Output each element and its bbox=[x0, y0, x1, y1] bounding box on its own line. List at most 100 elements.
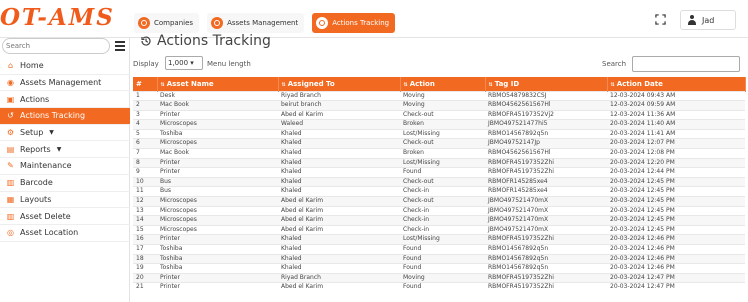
table-controls: Display 1,000 ▾ Menu length Search bbox=[133, 56, 745, 72]
column-header[interactable]: ⇅ Action bbox=[400, 77, 486, 91]
table-row[interactable]: 5 Toshiba Khaled Lost/Missing RBMO14567892q5… bbox=[133, 128, 745, 139]
sidebar-item-barcode[interactable]: ▥ Barcode bbox=[0, 175, 130, 192]
menu-length-value: 1,000 bbox=[168, 59, 189, 67]
table-row[interactable]: 13 Microscopes Abed el Karim Check-in JBMO49… bbox=[133, 205, 745, 216]
menu-toggle-icon[interactable] bbox=[115, 41, 127, 51]
column-header-label: Assigned To bbox=[287, 79, 335, 88]
sidebar-item-layouts[interactable]: ▦ Layouts bbox=[0, 192, 130, 209]
table-cell: Found bbox=[400, 167, 485, 178]
table-cell: Mac Book bbox=[157, 100, 278, 111]
sidebar-search-input[interactable] bbox=[2, 38, 110, 54]
table-row[interactable]: 10 Bus Khaled Check-out RBMOFR145285xe4 20-03… bbox=[133, 176, 745, 187]
table-cell: 20-03-2024 12:47 PM bbox=[607, 272, 745, 283]
sidebar-item-label: Actions bbox=[20, 94, 50, 104]
table-row[interactable]: 17 Toshiba Khaled Found RBMO14567892q5n 20-03… bbox=[133, 244, 745, 255]
sidebar-item-assets-management[interactable]: ◉ Assets Management bbox=[0, 75, 130, 92]
tab-companies[interactable]: Companies bbox=[134, 13, 200, 33]
sidebar-item-maintenance[interactable]: ✎ Maintenance bbox=[0, 158, 130, 175]
table-row[interactable]: 11 Bus Khaled Check-in RBMOFR145285xe4 20-03-… bbox=[133, 186, 745, 197]
table-cell: Khaled bbox=[278, 138, 400, 149]
table-cell: Khaled bbox=[278, 157, 400, 168]
table-cell: 2 bbox=[133, 100, 157, 111]
table-cell: 20-03-2024 12:45 PM bbox=[607, 186, 745, 197]
tab-label: Assets Management bbox=[227, 19, 299, 27]
wrench-icon: ✎ bbox=[7, 161, 14, 171]
table-row[interactable]: 12 Microscopes Abed el Karim Check-out JBMO4… bbox=[133, 196, 745, 207]
column-header[interactable]: ⇅ Tag ID bbox=[485, 77, 608, 91]
table-search-input[interactable] bbox=[632, 56, 740, 72]
table-row[interactable]: 8 Printer Khaled Lost/Missing RBMOFR45197352… bbox=[133, 157, 745, 168]
table-cell: Check-out bbox=[400, 109, 485, 120]
assets-icon bbox=[211, 17, 224, 29]
menu-length-label: Menu length bbox=[207, 60, 251, 68]
sidebar-item-reports[interactable]: ▤ Reports ▼ bbox=[0, 141, 130, 159]
sidebar-item-actions[interactable]: ▣ Actions bbox=[0, 91, 130, 109]
table-cell: 4 bbox=[133, 119, 157, 130]
table-cell: RBMOFR145285xe4 bbox=[485, 186, 607, 197]
table-cell: Check-in bbox=[400, 186, 485, 197]
table-cell: RBMO54879832CSJ bbox=[485, 90, 607, 101]
table-cell: RBMOFR45197352Zhi bbox=[485, 272, 607, 283]
table-cell: Microscopes bbox=[157, 196, 278, 207]
page-title: Actions Tracking bbox=[140, 33, 271, 49]
table-cell: Lost/Missing bbox=[400, 128, 485, 139]
column-header[interactable]: ⇅ Asset Name bbox=[157, 77, 279, 91]
table-cell: Khaled bbox=[278, 234, 400, 245]
table-cell: JBMO49752147Jp bbox=[485, 138, 607, 149]
sidebar-item-asset-delete[interactable]: ▥ Asset Delete bbox=[0, 208, 130, 225]
table-cell: Bus bbox=[157, 186, 278, 197]
table-cell: 1 bbox=[133, 90, 157, 101]
table-row[interactable]: 18 Toshiba Khaled Found RBMO14567892q5n 20-03… bbox=[133, 253, 745, 264]
table-cell: 6 bbox=[133, 138, 157, 149]
table-row[interactable]: 1 Desk Riyad Branch Moving RBMO54879832CSJ 12… bbox=[133, 90, 745, 101]
tab-actions-tracking[interactable]: Actions Tracking bbox=[312, 13, 396, 33]
column-header[interactable]: # bbox=[133, 77, 158, 91]
sidebar-item-actions-tracking[interactable]: ↺ Actions Tracking bbox=[0, 108, 130, 125]
table-row[interactable]: 2 Mac Book beirut branch Moving RBMO45625615… bbox=[133, 100, 745, 111]
actions-table: # ⇅ Asset Name ⇅ Assigned To ⇅ Action ⇅ Tag ID ⇅ A… bbox=[133, 77, 746, 292]
table-row[interactable]: 3 Printer Abed el Karim Check-out RBMOFR4519… bbox=[133, 109, 745, 120]
table-row[interactable]: 6 Microscopes Khaled Check-out JBMO49752147J… bbox=[133, 138, 745, 149]
table-row[interactable]: 9 Printer Khaled Found RBMOFR45197352Zhi 20-0… bbox=[133, 167, 745, 178]
table-cell: Microscopes bbox=[157, 205, 278, 216]
column-header[interactable]: ⇅ Assigned To bbox=[278, 77, 401, 91]
sidebar-item-asset-location[interactable]: ◎ Asset Location bbox=[0, 225, 130, 242]
table-cell: Khaled bbox=[278, 244, 400, 255]
page-title-text: Actions Tracking bbox=[157, 33, 271, 49]
tab-label: Actions Tracking bbox=[332, 19, 390, 27]
user-icon bbox=[687, 15, 697, 25]
fullscreen-icon[interactable] bbox=[655, 14, 666, 25]
sidebar-item-setup[interactable]: ⚙ Setup ▼ bbox=[0, 125, 130, 142]
table-cell: JBMO497521470mX bbox=[485, 224, 607, 235]
user-name: Jad bbox=[702, 15, 715, 25]
table-cell: 11 bbox=[133, 186, 157, 197]
companies-icon bbox=[138, 17, 150, 29]
table-cell: Khaled bbox=[278, 263, 400, 274]
tab-assets-management[interactable]: Assets Management bbox=[207, 13, 305, 33]
table-row[interactable]: 14 Microscopes Abed el Karim Check-in JBMO49… bbox=[133, 215, 745, 226]
table-row[interactable]: 4 Microscopes Waleed Broken JBMO497521477hi5… bbox=[133, 119, 745, 130]
table-cell: RBMOFR45197352Zhi bbox=[485, 234, 607, 245]
table-row[interactable]: 21 Printer Abed el Karim Found RBMOFR4519735… bbox=[133, 282, 745, 292]
location-icon: ◎ bbox=[7, 228, 14, 238]
column-header-label: Action bbox=[409, 79, 435, 88]
user-menu[interactable]: Jad bbox=[680, 10, 736, 30]
menu-length-select[interactable]: 1,000 ▾ bbox=[165, 56, 203, 70]
sidebar-item-home[interactable]: ⌂ Home bbox=[0, 58, 130, 75]
home-icon: ⌂ bbox=[7, 61, 14, 71]
table-cell: 12 bbox=[133, 196, 157, 207]
table-row[interactable]: 20 Printer Riyad Branch Moving RBMOFR4519735… bbox=[133, 272, 745, 283]
table-row[interactable]: 7 Mac Book Khaled Broken RBMO4562561567Hl 20-… bbox=[133, 148, 745, 159]
main-content: Actions Tracking Display 1,000 ▾ Menu le… bbox=[131, 33, 748, 302]
column-header[interactable]: ⇅ Action Date bbox=[607, 77, 746, 91]
table-cell: 19 bbox=[133, 263, 157, 274]
table-cell: 14 bbox=[133, 215, 157, 226]
table-row[interactable]: 15 Microscopes Abed el Karim Check-in JBMO49… bbox=[133, 224, 745, 235]
table-cell: Check-out bbox=[400, 196, 485, 207]
table-cell: 20-03-2024 12:45 PM bbox=[607, 196, 745, 207]
table-row[interactable]: 19 Toshiba Khaled Found RBMO14567892q5n 20-03… bbox=[133, 263, 745, 274]
table-cell: Toshiba bbox=[157, 253, 278, 264]
table-row[interactable]: 16 Printer Khaled Lost/Missing RBMOFR4519735… bbox=[133, 234, 745, 245]
actions-icon: ▣ bbox=[6, 94, 15, 104]
sidebar-item-label: Layouts bbox=[20, 194, 52, 204]
